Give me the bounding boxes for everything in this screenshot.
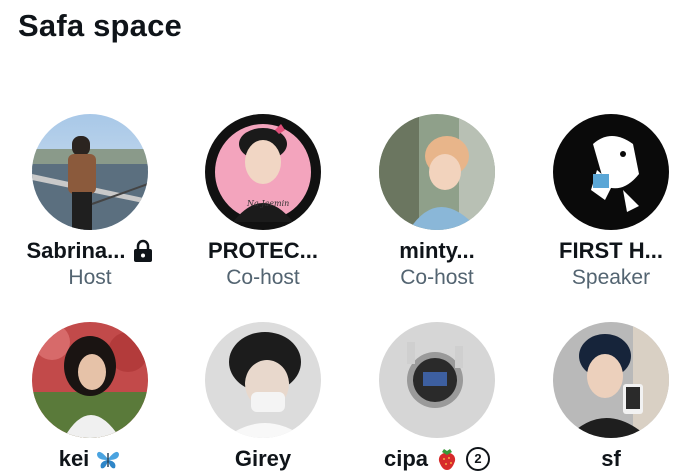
- participant-name: FIRST H...: [559, 238, 663, 263]
- avatar[interactable]: [32, 114, 148, 230]
- participant-name-row: Sabrina...: [26, 238, 153, 264]
- participant-name: cipa: [383, 446, 429, 471]
- participant-first-h[interactable]: FIRST H... Speaker: [524, 114, 698, 290]
- avatar[interactable]: [205, 322, 321, 438]
- participant-name: Girey: [234, 446, 292, 471]
- participant-role: Speaker: [571, 266, 651, 289]
- avatar[interactable]: [553, 114, 669, 230]
- participant-name-row: kei: [59, 446, 122, 472]
- participant-sf[interactable]: sf: [524, 322, 698, 474]
- participant-name-row: minty...: [399, 238, 474, 264]
- participant-name-row: PROTEC...: [208, 238, 318, 264]
- participant-cipa[interactable]: cipa 2: [350, 322, 524, 474]
- participant-name: kei: [58, 446, 90, 471]
- participant-name: minty...: [399, 238, 475, 263]
- participant-name-row: sf: [601, 446, 621, 472]
- participant-sabrina[interactable]: Sabrina... Host: [3, 114, 177, 290]
- participant-girey[interactable]: Girey: [176, 322, 350, 474]
- participant-name: PROTEC...: [207, 238, 318, 263]
- participant-role: Host: [68, 266, 112, 289]
- strawberry-icon: [434, 446, 460, 472]
- participant-name-row: FIRST H...: [559, 238, 663, 264]
- participant-kei[interactable]: kei: [3, 322, 177, 474]
- participant-name-row: Girey: [235, 446, 291, 472]
- avatar[interactable]: [379, 322, 495, 438]
- butterfly-icon: [95, 446, 121, 472]
- avatar[interactable]: [553, 322, 669, 438]
- participant-name-row: cipa 2: [383, 446, 491, 472]
- participant-protec[interactable]: Na Jaemin PROTEC... Co-host: [176, 114, 350, 290]
- avatar-signature: Na Jaemin: [246, 199, 289, 208]
- avatar[interactable]: Na Jaemin: [205, 114, 321, 230]
- participant-name: Sabrina...: [26, 238, 126, 263]
- space-title: Safa space: [18, 8, 182, 43]
- participant-role: Co-host: [400, 266, 474, 289]
- participant-name: sf: [601, 446, 621, 471]
- avatar[interactable]: [32, 322, 148, 438]
- lock-icon: [132, 239, 154, 263]
- avatar[interactable]: [379, 114, 495, 230]
- number-badge-icon: 2: [466, 447, 491, 471]
- participant-minty[interactable]: minty... Co-host: [350, 114, 524, 290]
- participant-role: Co-host: [226, 266, 300, 289]
